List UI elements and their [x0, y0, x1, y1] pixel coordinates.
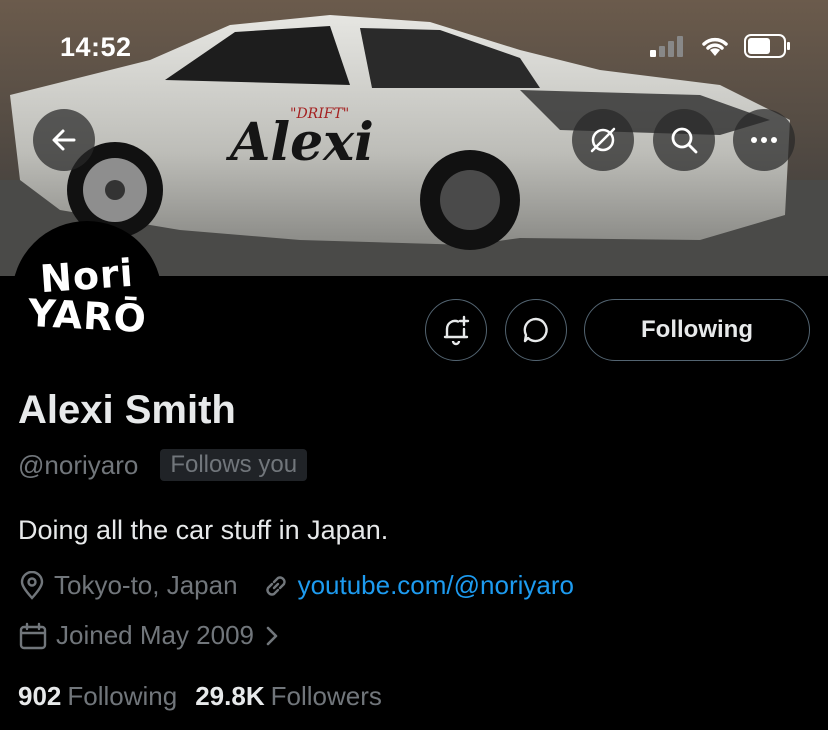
bell-plus-icon — [443, 315, 470, 346]
link-icon — [262, 572, 290, 600]
followers-stat[interactable]: 29.8K Followers — [195, 681, 382, 712]
chevron-right-icon — [264, 625, 280, 647]
meta-location-website: Tokyo-to, Japan youtube.com/@noriyaro — [18, 570, 574, 601]
website-link[interactable]: youtube.com/@noriyaro — [298, 570, 574, 601]
search-icon — [671, 127, 698, 154]
battery-icon — [744, 34, 792, 63]
followers-count: 29.8K — [195, 681, 265, 711]
status-icons — [650, 34, 792, 63]
following-button[interactable]: Following — [584, 299, 810, 361]
cellular-signal-icon — [650, 35, 686, 62]
more-icon — [751, 137, 777, 143]
message-icon — [523, 317, 548, 343]
followers-label: Followers — [270, 681, 382, 711]
location-pin-icon — [18, 570, 46, 601]
back-button[interactable] — [33, 109, 95, 171]
back-arrow-icon — [52, 129, 76, 151]
wifi-icon — [700, 35, 730, 62]
message-button[interactable] — [505, 299, 567, 361]
location-text: Tokyo-to, Japan — [54, 570, 238, 600]
avatar[interactable]: Nori YARŌ — [12, 221, 162, 371]
calendar-icon — [18, 621, 48, 651]
joined-text: Joined May 2009 — [56, 620, 255, 650]
handle-row: @noriyaro Follows you — [18, 449, 308, 481]
grok-icon — [590, 127, 616, 153]
search-button[interactable] — [653, 109, 715, 171]
status-time: 14:52 — [60, 32, 132, 62]
following-count: 902 — [18, 681, 62, 711]
follows-you-badge: Follows you — [160, 449, 308, 481]
bio: Doing all the car stuff in Japan. — [18, 515, 389, 545]
meta-joined[interactable]: Joined May 2009 — [18, 620, 288, 651]
notifications-button[interactable] — [425, 299, 487, 361]
avatar-logo-line2: YARŌ — [26, 290, 148, 342]
more-button[interactable] — [733, 109, 795, 171]
following-label: Following — [67, 681, 178, 711]
username-handle: @noriyaro — [18, 449, 139, 480]
display-name: Alexi Smith — [18, 388, 236, 432]
follow-stats: 902 Following 29.8K Followers — [18, 681, 382, 712]
svg-text:Alexi: Alexi — [225, 112, 374, 173]
grok-button[interactable] — [572, 109, 634, 171]
following-stat[interactable]: 902 Following — [18, 681, 177, 712]
